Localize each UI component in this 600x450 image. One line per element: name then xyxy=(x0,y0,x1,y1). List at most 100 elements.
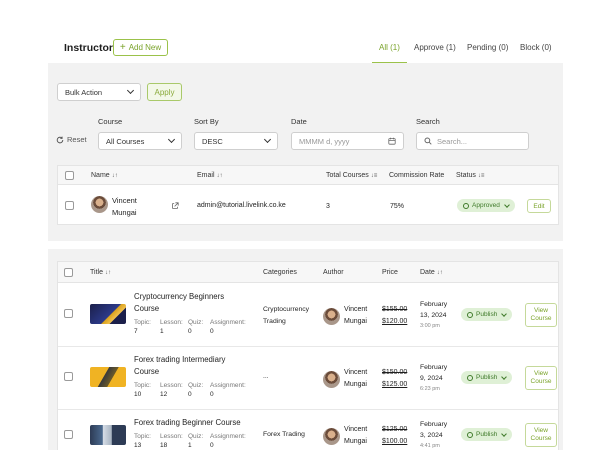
commission-value: 75% xyxy=(390,203,405,210)
date-input[interactable]: MMMM d, yyyy xyxy=(291,132,404,150)
column-status[interactable]: Status ↓≡ xyxy=(456,172,484,179)
date-filter-label: Date xyxy=(291,117,307,126)
sort-icon: ↓↑ xyxy=(436,270,443,276)
chevron-down-icon xyxy=(501,430,508,437)
reset-label: Reset xyxy=(67,135,87,144)
course-meta: Topic: Lesson: Quiz: Assignment: 13 18 1… xyxy=(134,433,246,449)
course-thumbnail[interactable] xyxy=(90,367,126,387)
course-meta: Topic: Lesson: Quiz: Assignment: 10 12 0… xyxy=(134,382,246,398)
instructor-name[interactable]: Vincent Mungai xyxy=(112,195,137,219)
sort-icon: ↓↑ xyxy=(216,173,223,179)
search-icon xyxy=(424,137,432,145)
add-new-label: Add New xyxy=(128,43,162,52)
course-author: Vincent Mungai xyxy=(344,306,368,325)
bulk-action-select[interactable]: Bulk Action xyxy=(57,83,141,101)
column-categories: Categories xyxy=(263,269,297,276)
date-input-placeholder: MMMM d, yyyy xyxy=(299,136,350,146)
courses-table-header xyxy=(58,262,558,283)
course-title[interactable]: Cryptocurrency Beginners Course xyxy=(134,291,224,315)
course-date: February 3, 2024 4:41 pm xyxy=(420,421,448,449)
avatar xyxy=(91,196,108,213)
column-total-courses[interactable]: Total Courses ↓≡ xyxy=(326,172,377,179)
select-all-checkbox[interactable] xyxy=(65,171,74,180)
column-date[interactable]: Date ↓↑ xyxy=(420,269,443,276)
course-select[interactable]: All Courses xyxy=(98,132,182,150)
table-row: Forex trading Beginner Course Topic: Les… xyxy=(58,410,558,450)
chevron-down-icon xyxy=(263,135,272,144)
column-price: Price xyxy=(382,269,398,276)
column-email[interactable]: Email ↓↑ xyxy=(197,172,223,179)
apply-button[interactable]: Apply xyxy=(147,83,182,101)
select-all-courses-checkbox[interactable] xyxy=(64,268,73,277)
course-category: Cryptocurrency Trading xyxy=(263,306,310,325)
row-checkbox[interactable] xyxy=(65,201,74,210)
table-row: Vincent Mungai admin@tutorial.livelink.c… xyxy=(58,185,558,225)
avatar xyxy=(323,308,340,325)
page-title: Instructor xyxy=(64,42,114,54)
check-circle-icon xyxy=(467,311,473,318)
course-title[interactable]: Forex trading Beginner Course xyxy=(134,417,241,429)
course-price: $155.00 $120.00 xyxy=(382,306,408,325)
course-price: $125.00 $100.00 xyxy=(382,426,408,445)
check-circle-icon xyxy=(467,374,473,381)
check-circle-icon xyxy=(463,202,469,209)
status-select[interactable]: Approved xyxy=(457,199,515,212)
column-title[interactable]: Title ↓↑ xyxy=(90,269,111,276)
search-input[interactable]: Search... xyxy=(416,132,529,150)
search-placeholder: Search... xyxy=(437,136,468,146)
total-courses-value: 3 xyxy=(326,203,330,210)
course-status-select[interactable]: Publish xyxy=(461,308,513,321)
tab-approve[interactable]: Approve (1) xyxy=(414,43,456,52)
bulk-action-value: Bulk Action xyxy=(65,87,103,97)
chevron-down-icon xyxy=(167,135,176,144)
sort-select-value: DESC xyxy=(202,136,223,146)
sort-select[interactable]: DESC xyxy=(194,132,278,150)
chevron-down-icon xyxy=(501,373,508,380)
column-commission-rate: Commission Rate xyxy=(389,172,445,179)
view-course-button[interactable]: View Course xyxy=(525,366,557,390)
course-date: February 9, 2024 6:23 pm xyxy=(420,364,448,392)
course-status-select[interactable]: Publish xyxy=(461,428,513,441)
avatar xyxy=(323,371,340,388)
table-row: Cryptocurrency Beginners Course Topic: L… xyxy=(58,284,558,346)
tab-block[interactable]: Block (0) xyxy=(520,43,552,52)
row-checkbox[interactable] xyxy=(64,309,73,318)
plus-icon: + xyxy=(119,41,126,53)
avatar xyxy=(323,428,340,445)
sort-icon: ↓↑ xyxy=(104,270,111,276)
chevron-down-icon xyxy=(126,86,135,95)
course-price: $150.00 $125.00 xyxy=(382,369,408,388)
instructor-email: admin@tutorial.livelink.co.ke xyxy=(197,202,286,209)
course-category: Forex Trading xyxy=(263,431,305,438)
sort-filter-label: Sort By xyxy=(194,117,219,126)
external-link-icon[interactable] xyxy=(171,202,179,210)
courses-table: Title ↓↑ Categories Author Price Date ↓↑ C… xyxy=(57,261,559,450)
table-row: Forex trading Intermediary Course Topic:… xyxy=(58,347,558,409)
course-title[interactable]: Forex trading Intermediary Course xyxy=(134,354,225,378)
tab-all[interactable]: All (1) xyxy=(379,43,400,52)
reset-button[interactable]: Reset xyxy=(56,135,87,144)
edit-button[interactable]: Edit xyxy=(527,199,551,213)
add-new-button[interactable]: + Add New xyxy=(113,39,168,56)
row-checkbox[interactable] xyxy=(64,430,73,439)
course-thumbnail[interactable] xyxy=(90,304,126,324)
column-author: Author xyxy=(323,269,344,276)
instructor-table: Name ↓↑ Email ↓↑ Total Courses ↓≡ Commissio… xyxy=(57,165,559,225)
course-author: Vincent Mungai xyxy=(344,426,368,445)
sort-icon: ↓≡ xyxy=(370,173,378,179)
chevron-down-icon xyxy=(503,201,510,208)
chevron-down-icon xyxy=(501,310,508,317)
sort-icon: ↓≡ xyxy=(477,173,485,179)
sort-icon: ↓↑ xyxy=(111,173,118,179)
view-course-button[interactable]: View Course xyxy=(525,303,557,327)
tab-pending[interactable]: Pending (0) xyxy=(467,43,508,52)
course-select-value: All Courses xyxy=(106,136,145,146)
column-name[interactable]: Name ↓↑ xyxy=(91,172,118,179)
row-checkbox[interactable] xyxy=(64,372,73,381)
calendar-icon xyxy=(388,137,396,145)
course-date: February 13, 2024 3:00 pm xyxy=(420,301,448,329)
course-thumbnail[interactable] xyxy=(90,425,126,445)
course-status-select[interactable]: Publish xyxy=(461,371,513,384)
view-course-button[interactable]: View Course xyxy=(525,423,557,447)
search-filter-label: Search xyxy=(416,117,440,126)
